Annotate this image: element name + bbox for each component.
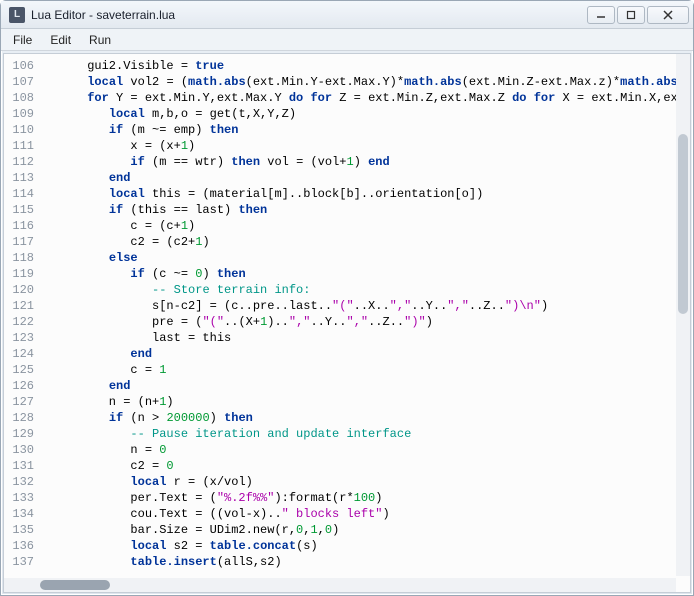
code-editor[interactable]: gui2.Visible = true local vol2 = (math.a… xyxy=(40,54,690,592)
minimize-button[interactable] xyxy=(587,6,615,24)
vertical-scrollbar[interactable] xyxy=(676,54,690,576)
menu-run[interactable]: Run xyxy=(81,31,119,49)
menu-edit[interactable]: Edit xyxy=(42,31,79,49)
line-number-gutter: 106 107 108 109 110 111 112 113 114 115 … xyxy=(4,54,40,592)
app-icon: L xyxy=(9,7,25,23)
horizontal-scrollbar[interactable] xyxy=(4,578,676,592)
vertical-scroll-thumb[interactable] xyxy=(678,134,688,314)
close-button[interactable] xyxy=(647,6,689,24)
horizontal-scroll-thumb[interactable] xyxy=(40,580,110,590)
window-title: Lua Editor - saveterrain.lua xyxy=(31,8,587,22)
window-buttons xyxy=(587,6,689,24)
titlebar[interactable]: L Lua Editor - saveterrain.lua xyxy=(1,1,693,29)
editor-area: 106 107 108 109 110 111 112 113 114 115 … xyxy=(3,53,691,593)
maximize-button[interactable] xyxy=(617,6,645,24)
menu-file[interactable]: File xyxy=(5,31,40,49)
window-frame: L Lua Editor - saveterrain.lua File Edit… xyxy=(0,0,694,596)
menubar: File Edit Run xyxy=(1,29,693,51)
